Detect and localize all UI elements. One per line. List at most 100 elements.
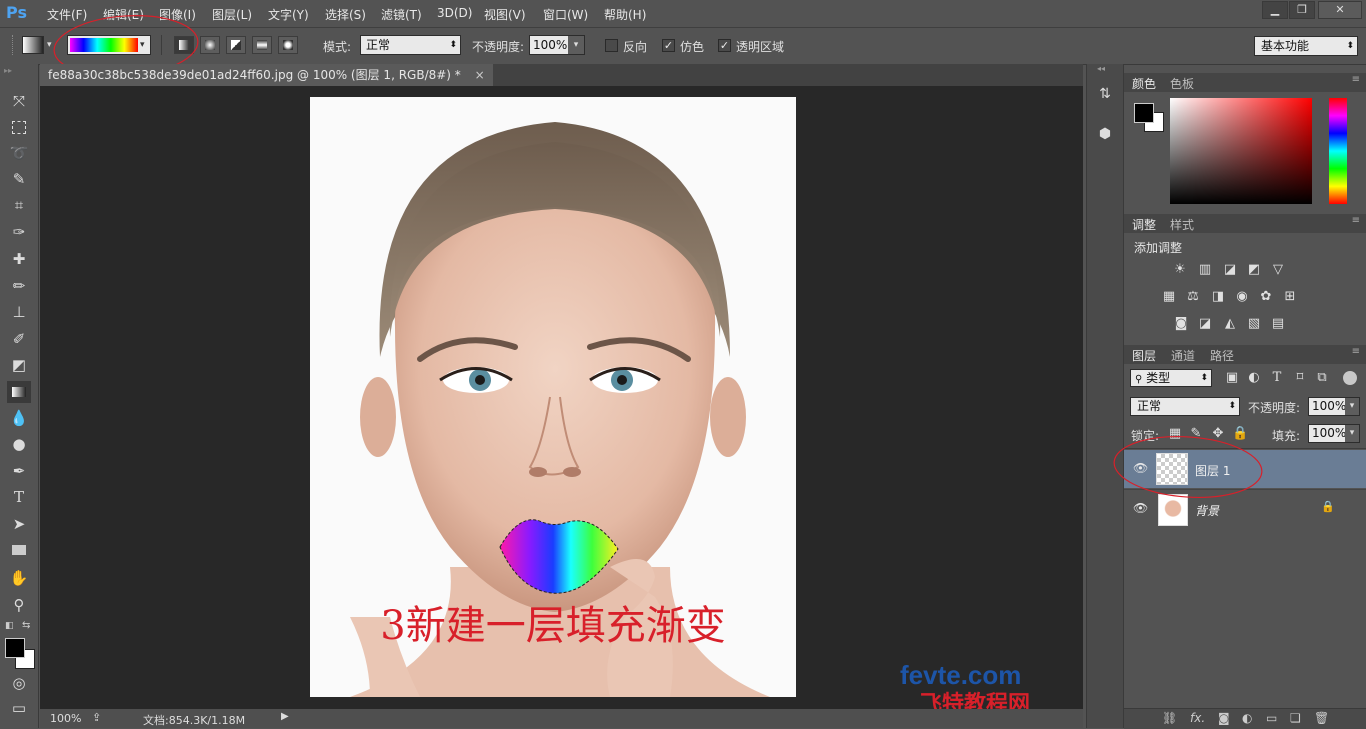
gradient-map-icon[interactable]: ▤ [1270, 316, 1286, 332]
folder-icon[interactable]: ▭ [1266, 711, 1277, 725]
tab-swatches[interactable]: 色板 [1170, 75, 1194, 92]
menu-select[interactable]: 选择(S) [325, 6, 366, 23]
screen-mode-icon[interactable]: ▭ [7, 697, 31, 719]
tab-paths[interactable]: 路径 [1210, 347, 1234, 364]
invert-icon[interactable]: ◙ [1173, 316, 1189, 332]
dodge-tool-icon[interactable]: ● [7, 433, 31, 455]
default-colors-icon[interactable]: ◧ [5, 621, 14, 631]
chevron-down-icon[interactable]: ▾ [1345, 425, 1359, 442]
eraser-tool-icon[interactable]: ◩ [7, 354, 31, 376]
crop-tool-icon[interactable]: ⌗ [7, 194, 31, 216]
gradient-tool-icon[interactable] [7, 381, 31, 403]
filter-shape-icon[interactable]: ⌑ [1292, 370, 1308, 386]
curves-icon[interactable]: ◪ [1222, 262, 1238, 278]
collapse-icon[interactable]: ◂◂ [1097, 64, 1105, 73]
menu-3d[interactable]: 3D(D) [437, 6, 472, 20]
mask-icon[interactable]: ◙ [1218, 711, 1230, 725]
restore-button[interactable]: ❐ [1289, 1, 1315, 19]
swap-colors-icon[interactable]: ⇆ [22, 620, 30, 631]
healing-brush-tool-icon[interactable]: ✚ [7, 248, 31, 270]
brush-tool-icon[interactable]: ✏ [7, 275, 31, 297]
quick-mask-icon[interactable]: ◎ [7, 672, 31, 694]
lasso-tool-icon[interactable]: ➰ [7, 142, 31, 164]
mode-select[interactable]: 正常 ⬍ [360, 35, 461, 55]
vibrance-icon[interactable]: ▽ [1270, 262, 1286, 278]
layer-name[interactable]: 背景 [1195, 502, 1219, 519]
new-layer-icon[interactable]: ❏ [1290, 711, 1301, 725]
reverse-checkbox[interactable] [605, 39, 618, 52]
eyedropper-tool-icon[interactable]: ✑ [7, 221, 31, 243]
posterize-icon[interactable]: ◪ [1197, 316, 1213, 332]
threshold-icon[interactable]: ◭ [1222, 316, 1238, 332]
share-icon[interactable]: ⇪ [92, 711, 101, 724]
tab-color[interactable]: 颜色 [1132, 75, 1156, 92]
marquee-tool-icon[interactable] [7, 116, 31, 138]
panel-menu-icon[interactable]: ≡ [1352, 215, 1360, 226]
document-canvas[interactable]: 3新建一层填充渐变 [310, 97, 796, 697]
workspace-select[interactable]: 基本功能 ⬍ [1254, 36, 1358, 56]
document-tab[interactable]: fe88a30c38bc538de39de01ad24ff60.jpg @ 10… [40, 64, 493, 86]
opacity-input[interactable]: 100% ▾ [529, 35, 585, 55]
close-button[interactable]: ✕ [1318, 1, 1362, 19]
color-field[interactable] [1170, 98, 1312, 204]
black-white-icon[interactable]: ◨ [1210, 289, 1226, 305]
play-icon[interactable]: ▶ [281, 711, 289, 722]
channel-mixer-icon[interactable]: ✿ [1258, 289, 1274, 305]
3d-panel-icon[interactable]: ⬢ [1095, 126, 1115, 146]
transparency-checkbox[interactable]: ✓ [718, 39, 731, 52]
fill-input[interactable]: 100% ▾ [1308, 424, 1360, 443]
foreground-color-swatch[interactable] [5, 638, 25, 658]
trash-icon[interactable]: 🗑 [1314, 711, 1329, 725]
hue-slider[interactable] [1329, 98, 1347, 204]
eye-icon[interactable]: 👁 [1133, 501, 1148, 515]
fx-icon[interactable]: fx. [1190, 711, 1205, 725]
color-balance-icon[interactable]: ⚖ [1185, 289, 1201, 305]
diamond-gradient-button[interactable] [278, 36, 298, 54]
hue-saturation-icon[interactable]: ▦ [1161, 289, 1177, 305]
menu-window[interactable]: 窗口(W) [543, 6, 588, 23]
blend-mode-select[interactable]: 正常 ⬍ [1130, 397, 1240, 416]
quick-select-tool-icon[interactable]: ✎ [7, 168, 31, 190]
layer-filter-select[interactable]: ⚲ 类型 ⬍ [1130, 369, 1212, 387]
menu-type[interactable]: 文字(Y) [268, 6, 309, 23]
menu-help[interactable]: 帮助(H) [604, 6, 646, 23]
exposure-icon[interactable]: ◩ [1246, 262, 1262, 278]
type-tool-icon[interactable]: T [7, 486, 31, 508]
collapse-icon[interactable]: ▸▸ [4, 66, 12, 75]
reflected-gradient-button[interactable] [252, 36, 272, 54]
dither-checkbox[interactable]: ✓ [662, 39, 675, 52]
clone-stamp-tool-icon[interactable]: ⊥ [7, 301, 31, 323]
angle-gradient-button[interactable] [226, 36, 246, 54]
tab-adjustments[interactable]: 调整 [1132, 216, 1156, 233]
chevron-down-icon[interactable]: ▾ [1345, 398, 1359, 415]
blur-tool-icon[interactable]: 💧 [7, 407, 31, 429]
minimize-button[interactable]: ▁ [1262, 1, 1288, 19]
filter-smart-object-icon[interactable]: ⧉ [1314, 370, 1330, 386]
tab-styles[interactable]: 样式 [1170, 216, 1194, 233]
menu-layer[interactable]: 图层(L) [212, 6, 252, 23]
close-tab-icon[interactable]: × [475, 68, 485, 82]
tab-layers[interactable]: 图层 [1132, 347, 1156, 364]
rectangle-tool-icon[interactable] [7, 539, 31, 561]
color-lookup-icon[interactable]: ⊞ [1282, 289, 1298, 305]
chevron-down-icon[interactable]: ▾ [568, 36, 584, 54]
move-tool-icon[interactable]: ⤧ [7, 90, 31, 112]
filter-adjustment-icon[interactable]: ◐ [1246, 370, 1262, 386]
panel-menu-icon[interactable]: ≡ [1352, 346, 1360, 357]
levels-icon[interactable]: ▥ [1197, 262, 1213, 278]
path-select-tool-icon[interactable]: ➤ [7, 513, 31, 535]
history-panel-icon[interactable]: ⇅ [1095, 86, 1115, 106]
canvas-area[interactable]: 3新建一层填充渐变 fevte.com 飞特教程网 [40, 86, 1083, 716]
brightness-icon[interactable]: ☀ [1172, 262, 1188, 278]
zoom-tool-icon[interactable]: ⚲ [7, 594, 31, 616]
foreground-color-swatch[interactable] [1134, 103, 1154, 123]
filter-type-icon[interactable]: T [1269, 370, 1285, 386]
menu-view[interactable]: 视图(V) [484, 6, 526, 23]
menu-filter[interactable]: 滤镜(T) [381, 6, 422, 23]
tab-channels[interactable]: 通道 [1171, 347, 1195, 364]
filter-pixel-icon[interactable]: ▣ [1224, 370, 1240, 386]
pen-tool-icon[interactable]: ✒ [7, 460, 31, 482]
filter-toggle[interactable] [1343, 371, 1357, 385]
photo-filter-icon[interactable]: ◉ [1234, 289, 1250, 305]
link-icon[interactable]: ⛓ [1162, 711, 1177, 725]
